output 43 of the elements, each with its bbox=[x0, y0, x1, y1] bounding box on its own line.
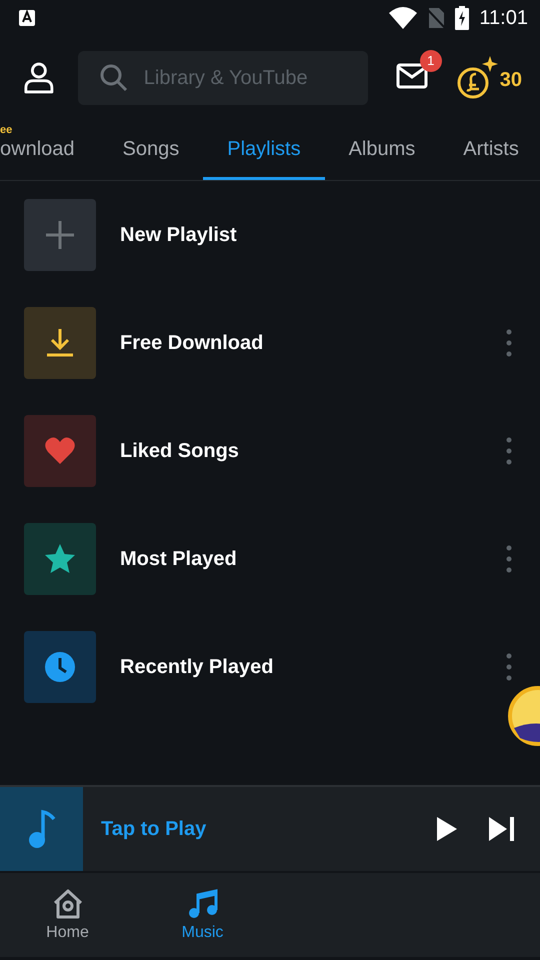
more-icon[interactable] bbox=[506, 653, 512, 681]
more-icon[interactable] bbox=[506, 329, 512, 357]
download-icon bbox=[44, 327, 76, 359]
tab[interactable]: Songs bbox=[98, 120, 204, 180]
play-icon bbox=[436, 816, 458, 842]
keyboard-icon bbox=[18, 9, 36, 27]
skip-next-icon bbox=[488, 816, 516, 842]
star-icon bbox=[44, 543, 76, 575]
nav-tab[interactable]: Home bbox=[0, 873, 135, 957]
playlist-cover[interactable] bbox=[24, 415, 96, 487]
playlist-title[interactable]: Liked Songs bbox=[120, 440, 506, 462]
notification-badge: 1 bbox=[420, 50, 442, 72]
music-note-icon bbox=[26, 809, 56, 849]
playlist-cover[interactable] bbox=[24, 631, 96, 703]
nav-tab[interactable]: Music bbox=[135, 873, 270, 957]
no-sim-icon bbox=[427, 7, 446, 29]
playlist-title[interactable]: New Playlist bbox=[120, 224, 522, 246]
wifi-icon bbox=[389, 7, 418, 29]
coin-icon[interactable] bbox=[456, 56, 498, 100]
search-field[interactable]: Library & YouTube bbox=[78, 51, 368, 105]
coin-count: 30 bbox=[500, 68, 522, 92]
profile-icon[interactable] bbox=[24, 61, 54, 95]
playlist-title[interactable]: Most Played bbox=[120, 548, 506, 570]
playlist-cover[interactable] bbox=[24, 307, 96, 379]
mail-icon[interactable] bbox=[396, 62, 428, 90]
clock-time: 11:01 bbox=[479, 6, 528, 30]
clock-icon bbox=[44, 651, 76, 683]
playlist-title[interactable]: Free Download bbox=[120, 332, 506, 354]
playlist-cover[interactable] bbox=[24, 523, 96, 595]
tab[interactable]: Artists bbox=[439, 120, 540, 180]
more-icon[interactable] bbox=[506, 545, 512, 573]
music-notes-icon bbox=[186, 888, 218, 920]
album-art[interactable] bbox=[0, 787, 83, 871]
tab[interactable]: Playlists bbox=[203, 120, 325, 180]
promo-label: ee bbox=[0, 124, 12, 136]
plus-icon bbox=[44, 219, 76, 251]
track-title[interactable]: Tap to Play bbox=[101, 818, 430, 840]
battery-icon bbox=[455, 6, 470, 30]
more-icon[interactable] bbox=[506, 437, 512, 465]
tab[interactable]: Albums bbox=[324, 120, 440, 180]
home-icon bbox=[52, 888, 84, 920]
heart-icon bbox=[44, 435, 76, 467]
playlist-title[interactable]: Recently Played bbox=[120, 656, 506, 678]
